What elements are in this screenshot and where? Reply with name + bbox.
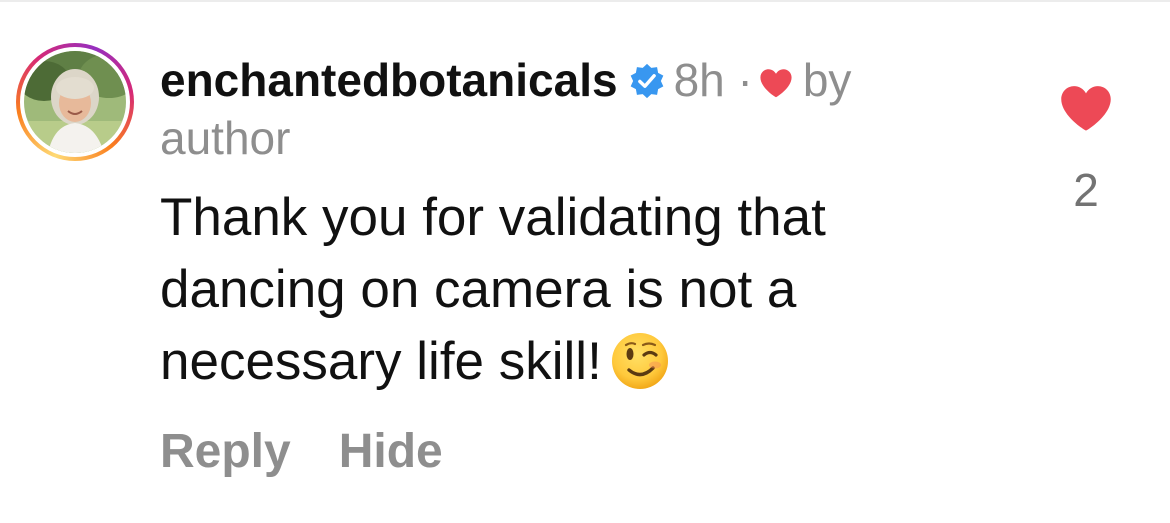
liked-by-author-heart-icon bbox=[759, 52, 793, 98]
comment-header: enchantedbotanicals 8h · by bbox=[160, 50, 1020, 110]
like-heart-icon[interactable] bbox=[1059, 84, 1113, 132]
comment-text: Thank you for validating that dancing on… bbox=[160, 188, 826, 391]
verified-badge-icon bbox=[628, 54, 666, 99]
username-link[interactable]: enchantedbotanicals bbox=[160, 54, 618, 106]
comment-actions: Reply Hide bbox=[160, 420, 443, 484]
hide-button[interactable]: Hide bbox=[339, 420, 443, 484]
avatar[interactable] bbox=[24, 51, 126, 153]
comment-text-block: Thank you for validating that dancing on… bbox=[160, 182, 1020, 398]
liked-by-label: by bbox=[802, 54, 852, 106]
top-divider bbox=[0, 0, 1170, 2]
avatar-story-ring[interactable] bbox=[16, 43, 134, 161]
liked-by-author-label: author bbox=[160, 112, 291, 164]
like-count[interactable]: 2 bbox=[1040, 160, 1132, 220]
winking-face-emoji-icon bbox=[610, 331, 670, 391]
reply-button[interactable]: Reply bbox=[160, 420, 291, 484]
separator-dot: · bbox=[737, 54, 753, 106]
timestamp: 8h bbox=[673, 54, 725, 106]
